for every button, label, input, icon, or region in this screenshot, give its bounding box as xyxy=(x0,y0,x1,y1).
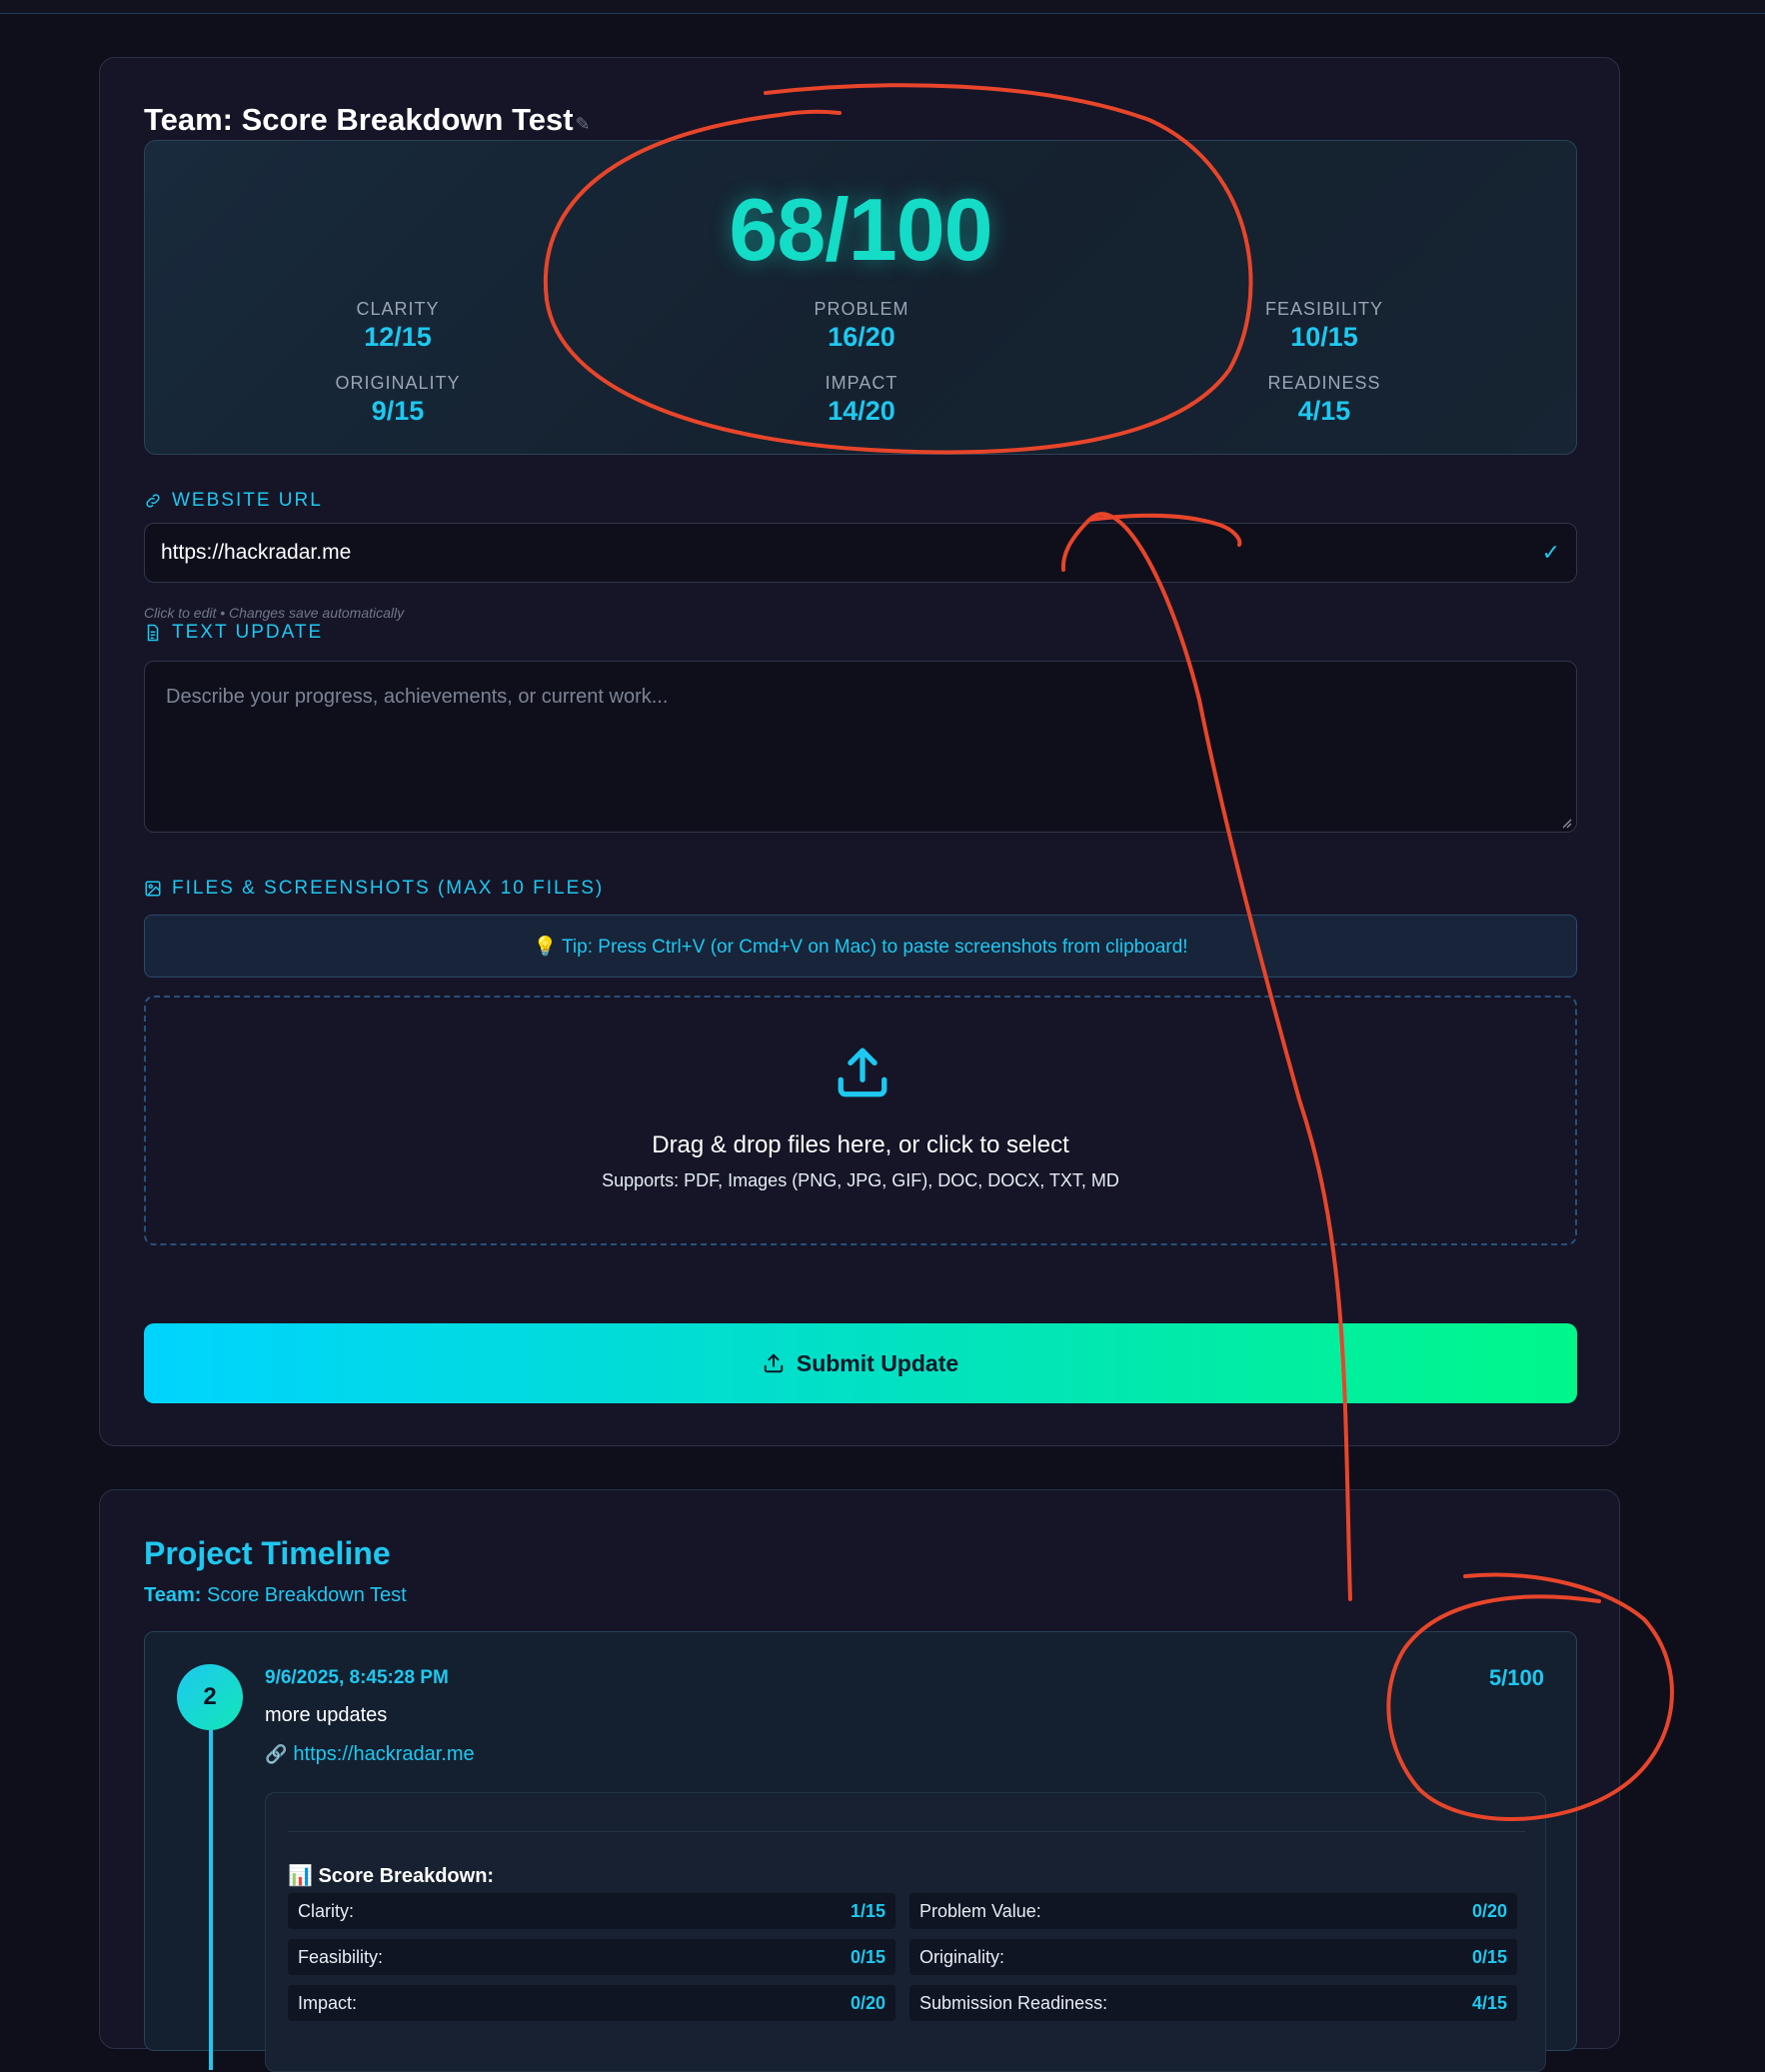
score-breakdown: 📊 Score Breakdown: Clarity: 1/15 Problem … xyxy=(265,1792,1546,2072)
metric-value: 14/20 xyxy=(828,396,895,426)
entry-link-url[interactable]: https://hackradar.me xyxy=(293,1743,474,1766)
resize-handle-icon[interactable] xyxy=(1560,817,1572,829)
check-icon: ✓ xyxy=(1541,540,1560,565)
entry-date: 9/6/2025, 8:45:28 PM xyxy=(265,1667,449,1688)
team-title-text: Team: Score Breakdown Test xyxy=(144,102,574,137)
update-card: Team: Score Breakdown Test ✎ 68/100 CLARI… xyxy=(99,57,1620,1446)
team-title: Team: Score Breakdown Test ✎ xyxy=(144,102,591,138)
metric-problem: PROBLEM 16/20 xyxy=(742,299,981,353)
entry-score: 5/100 xyxy=(1488,1665,1544,1690)
metric-feasibility: FEASIBILITY 10/15 xyxy=(1204,299,1444,353)
metric-label: CLARITY xyxy=(356,299,440,319)
timeline-team-name: Score Breakdown Test xyxy=(206,1584,407,1606)
edit-pencil-icon[interactable]: ✎ xyxy=(576,114,591,134)
text-update-label-text: TEXT UPDATE xyxy=(172,622,324,643)
website-url-label: WEBSITE URL xyxy=(144,490,323,512)
breakdown-value: 0/15 xyxy=(1471,1946,1507,1967)
breakdown-divider xyxy=(288,1831,1525,1832)
timeline-entry: 2 9/6/2025, 8:45:28 PM 5/100 more update… xyxy=(144,1631,1577,2072)
link-icon xyxy=(146,494,160,508)
metric-clarity: CLARITY 12/15 xyxy=(278,299,518,353)
breakdown-label: Submission Readiness: xyxy=(919,1992,1108,2013)
submit-update-button[interactable]: Submit Update xyxy=(144,1323,1577,1403)
timeline-title: Project Timeline xyxy=(144,1535,391,1571)
dropzone-supported-types: Supports: PDF, Images (PNG, JPG, GIF), D… xyxy=(602,1170,1119,1190)
text-update-textarea[interactable]: Describe your progress, achievements, or… xyxy=(144,661,1577,833)
files-label: FILES & SCREENSHOTS (MAX 10 FILES) xyxy=(144,878,604,900)
metric-label: IMPACT xyxy=(825,373,898,393)
breakdown-value: 0/20 xyxy=(1471,1900,1507,1921)
breakdown-row: Feasibility: 0/15 xyxy=(288,1939,895,1975)
breakdown-row: Originality: 0/15 xyxy=(909,1939,1517,1975)
entry-link[interactable]: 🔗 https://hackradar.me xyxy=(265,1743,475,1766)
metric-value: 16/20 xyxy=(828,322,895,352)
metric-value: 10/15 xyxy=(1290,322,1358,352)
breakdown-label: Clarity: xyxy=(298,1900,355,1921)
website-url-value[interactable]: https://hackradar.me xyxy=(161,541,351,565)
text-update-placeholder: Describe your progress, achievements, or… xyxy=(166,686,669,708)
website-url-label-text: WEBSITE URL xyxy=(172,490,323,511)
dropzone-text: Drag & drop files here, or click to sele… xyxy=(652,1131,1069,1158)
metric-value: 4/15 xyxy=(1297,396,1351,426)
paste-tip: 💡 Tip: Press Ctrl+V (or Cmd+V on Mac) to… xyxy=(144,915,1577,978)
edit-hint: Click to edit • Changes save automatical… xyxy=(144,605,405,621)
timeline-line xyxy=(209,1730,213,2070)
image-icon xyxy=(145,881,161,897)
files-label-text: FILES & SCREENSHOTS (MAX 10 FILES) xyxy=(172,878,605,899)
breakdown-value: 0/20 xyxy=(850,1992,885,2013)
metric-value: 12/15 xyxy=(364,322,432,352)
breakdown-row: Submission Readiness: 4/15 xyxy=(909,1985,1517,2021)
timeline-team: Team: Score Breakdown Test xyxy=(144,1584,407,1607)
breakdown-value: 1/15 xyxy=(850,1900,885,1921)
text-update-label: TEXT UPDATE xyxy=(144,622,323,644)
breakdown-value: 4/15 xyxy=(1471,1992,1507,2013)
metric-readiness: READINESS 4/15 xyxy=(1204,373,1444,427)
timeline-team-prefix: Team: xyxy=(144,1584,202,1606)
submit-update-label: Submit Update xyxy=(796,1349,959,1376)
metric-label: READINESS xyxy=(1267,373,1381,393)
website-url-field[interactable]: https://hackradar.me ✓ xyxy=(144,523,1577,583)
metric-value: 9/15 xyxy=(371,396,425,426)
document-icon xyxy=(147,624,159,642)
link-icon: 🔗 xyxy=(265,1744,288,1764)
breakdown-label: Problem Value: xyxy=(919,1900,1041,1921)
timeline-card: Project Timeline Team: Score Breakdown T… xyxy=(99,1489,1620,2072)
score-summary: 68/100 CLARITY 12/15 PROBLEM 16/20 FEASI… xyxy=(144,140,1577,455)
breakdown-label: Originality: xyxy=(919,1946,1005,1967)
breakdown-row: Problem Value: 0/20 xyxy=(909,1893,1517,1929)
metric-impact: IMPACT 14/20 xyxy=(742,373,981,427)
breakdown-label: Impact: xyxy=(298,1992,358,2013)
metric-originality: ORIGINALITY 9/15 xyxy=(278,373,518,427)
breakdown-row: Clarity: 1/15 xyxy=(288,1893,895,1929)
breakdown-value: 0/15 xyxy=(850,1946,885,1967)
upload-icon xyxy=(764,1353,784,1373)
metric-label: PROBLEM xyxy=(814,299,909,319)
top-bar xyxy=(0,0,1765,14)
step-number: 2 xyxy=(177,1664,243,1730)
breakdown-label: Feasibility: xyxy=(298,1946,384,1967)
breakdown-grid: Clarity: 1/15 Problem Value: 0/20 Feasibil… xyxy=(288,1893,1525,2021)
breakdown-title: 📊 Score Breakdown: xyxy=(288,1865,495,1887)
file-dropzone[interactable]: Drag & drop files here, or click to sele… xyxy=(144,996,1577,1245)
upload-icon xyxy=(838,1047,887,1097)
metric-label: FEASIBILITY xyxy=(1264,299,1384,319)
breakdown-row: Impact: 0/20 xyxy=(288,1985,895,2021)
entry-text: more updates xyxy=(265,1704,388,1726)
metric-label: ORIGINALITY xyxy=(335,373,461,393)
total-score: 68/100 xyxy=(729,180,992,279)
